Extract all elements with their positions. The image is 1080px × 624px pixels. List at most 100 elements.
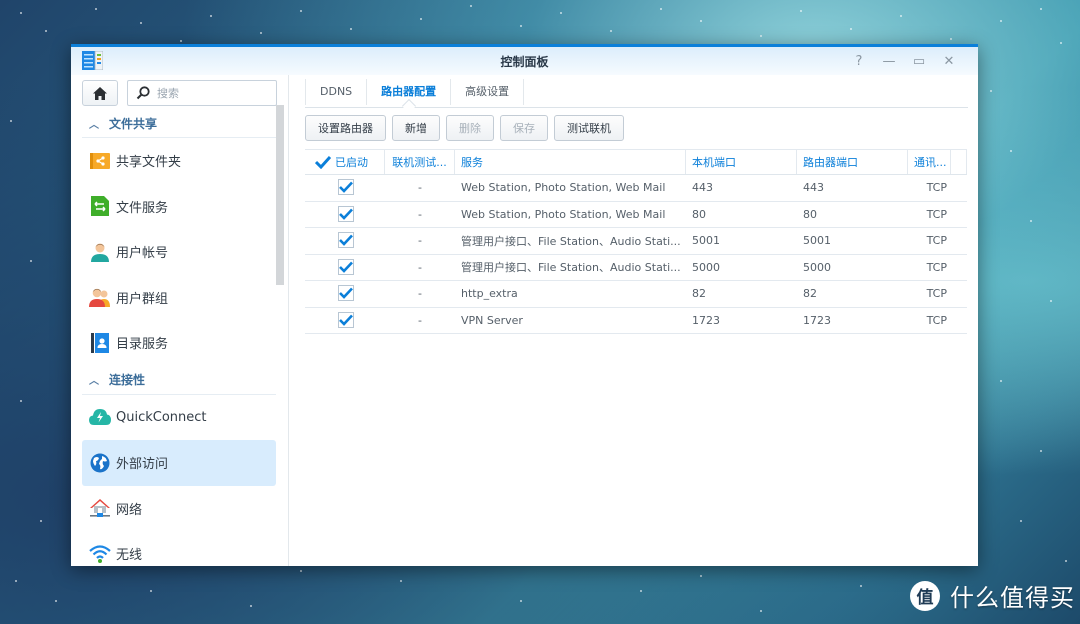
sidebar-item-wireless[interactable]: 无线 — [82, 531, 276, 577]
star — [55, 600, 57, 602]
table-row[interactable]: - VPN Server 1723 1723 TCP — [305, 308, 967, 334]
connection-test-cell: - — [418, 234, 422, 248]
sidebar-item-label: 用户群组 — [116, 291, 169, 307]
column-enabled[interactable]: 已启动 — [305, 150, 385, 174]
router-port-cell: 5000 — [803, 260, 831, 274]
table-row[interactable]: - Web Station, Photo Station, Web Mail 80 8… — [305, 202, 967, 228]
connection-test-cell: - — [418, 313, 422, 327]
directory-icon — [89, 332, 111, 354]
service-cell: http_extra — [461, 287, 518, 301]
tab-advanced-settings[interactable]: 高级设置 — [451, 79, 525, 105]
column-router-port[interactable]: 路由器端口 — [797, 150, 908, 174]
test-connection-button[interactable]: 测试联机 — [554, 115, 624, 141]
sidebar-item-group[interactable]: 用户群组 — [82, 275, 276, 321]
check-icon — [339, 181, 353, 194]
column-protocol[interactable]: 通讯... — [908, 150, 951, 174]
connection-test-cell: - — [418, 287, 422, 301]
sidebar-item-label: 用户帐号 — [116, 246, 169, 262]
table-row[interactable]: - 管理用户接口、File Station、Audio Stati... 5000 5… — [305, 255, 967, 281]
close-icon[interactable]: ✕ — [934, 51, 964, 71]
star — [30, 260, 32, 262]
wifi-icon — [89, 543, 111, 565]
sidebar-item-quickconnect[interactable]: QuickConnect — [82, 395, 276, 441]
star — [520, 25, 522, 27]
sidebar-item-label: 无线 — [116, 548, 143, 564]
star — [1065, 560, 1067, 562]
search-box[interactable] — [127, 80, 277, 106]
sidebar-scrollbar[interactable] — [276, 105, 284, 285]
star — [1020, 520, 1022, 522]
column-service[interactable]: 服务 — [455, 150, 686, 174]
control-panel-window: 控制面板 ? — ▭ ✕ ︿ 文件共享 — [71, 44, 978, 566]
enabled-cell — [305, 179, 385, 196]
local-port-cell: 5001 — [692, 234, 720, 248]
star — [660, 8, 662, 10]
tab-ddns[interactable]: DDNS — [305, 79, 368, 105]
enabled-checkbox[interactable] — [338, 232, 354, 249]
sidebar-item-directory[interactable]: 目录服务 — [82, 320, 276, 366]
sidebar-item-file-services[interactable]: 文件服务 — [82, 184, 276, 230]
home-button[interactable] — [82, 80, 118, 106]
star — [850, 28, 852, 30]
column-local-port[interactable]: 本机端口 — [686, 150, 797, 174]
star — [1010, 150, 1012, 152]
delete-button[interactable]: 删除 — [446, 115, 494, 141]
enabled-checkbox[interactable] — [338, 205, 354, 222]
table-row[interactable]: - 管理用户接口、File Station、Audio Stati... 5001 5… — [305, 228, 967, 255]
enabled-checkbox[interactable] — [338, 258, 354, 275]
sidebar-item-label: 网络 — [116, 502, 143, 518]
enabled-checkbox[interactable] — [338, 311, 354, 328]
sidebar-item-user[interactable]: 用户帐号 — [82, 229, 276, 275]
star — [140, 22, 142, 24]
section-connectivity[interactable]: ︿ 连接性 — [82, 366, 276, 395]
check-icon — [315, 155, 331, 169]
quickconnect-icon — [89, 406, 111, 428]
sidebar-item-network[interactable]: 网络 — [82, 486, 276, 532]
sidebar-item-shared-folder[interactable]: 共享文件夹 — [82, 138, 276, 184]
star — [520, 600, 522, 602]
star — [180, 40, 182, 42]
service-cell: 管理用户接口、File Station、Audio Stati... — [461, 234, 681, 248]
setup-router-button[interactable]: 设置路由器 — [305, 115, 386, 141]
minimize-icon[interactable]: — — [874, 51, 904, 71]
maximize-icon[interactable]: ▭ — [904, 51, 934, 71]
sidebar-item-label: 外部访问 — [116, 457, 169, 473]
check-icon — [339, 208, 353, 220]
sidebar-list: ︿ 文件共享 共享文件夹 文件服务 用户帐号 用户群组 目录服务 ︿ 连接性 Q… — [82, 109, 276, 577]
protocol-cell: TCP — [926, 287, 947, 301]
star — [470, 5, 472, 7]
section-file-sharing[interactable]: ︿ 文件共享 — [82, 109, 276, 138]
enabled-cell — [305, 232, 385, 249]
help-icon[interactable]: ? — [844, 51, 874, 71]
enabled-checkbox[interactable] — [338, 179, 354, 196]
port-forwarding-table: 已启动 联机测试... 服务 本机端口 路由器端口 通讯... - Web Sta… — [305, 149, 967, 334]
star — [1050, 300, 1052, 302]
title-bar[interactable]: 控制面板 ? — ▭ ✕ — [71, 47, 978, 75]
check-icon — [339, 234, 353, 247]
table-row[interactable]: - Web Station, Photo Station, Web Mail 443… — [305, 175, 967, 202]
local-port-cell: 443 — [692, 181, 713, 195]
add-button[interactable]: 新增 — [392, 115, 440, 141]
local-port-cell: 5000 — [692, 260, 720, 274]
save-button[interactable]: 保存 — [500, 115, 548, 141]
column-connection-test[interactable]: 联机测试... — [385, 150, 455, 174]
star — [990, 90, 992, 92]
section-label: 连接性 — [109, 373, 146, 387]
star — [210, 15, 212, 17]
shared-folder-icon — [89, 150, 111, 172]
router-port-cell: 443 — [803, 181, 824, 195]
table-row[interactable]: - http_extra 82 82 TCP — [305, 281, 967, 308]
main-panel: DDNS 路由器配置 高级设置 设置路由器 新增 删除 保存 测试联机 已启动 … — [289, 75, 978, 566]
chevron-up-icon: ︿ — [89, 119, 99, 131]
star — [300, 10, 302, 12]
router-port-cell: 82 — [803, 287, 817, 301]
select-all-checkbox[interactable] — [315, 155, 331, 169]
tab-router-config[interactable]: 路由器配置 — [367, 79, 452, 105]
enabled-checkbox[interactable] — [338, 285, 354, 302]
star — [20, 12, 22, 14]
star — [95, 8, 97, 10]
sidebar-item-label: 文件服务 — [116, 200, 169, 216]
search-input[interactable] — [155, 85, 269, 101]
sidebar-item-external-access[interactable]: 外部访问 — [82, 440, 276, 486]
watermark-text: 什么值得买 — [950, 584, 1075, 612]
